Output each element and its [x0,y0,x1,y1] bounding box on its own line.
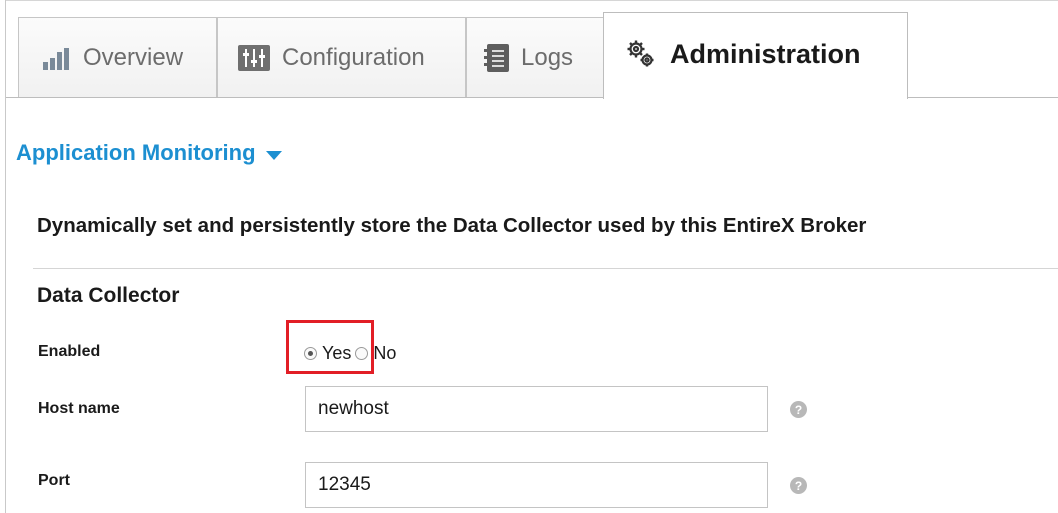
tab-strip-baseline [6,97,610,98]
caret-down-icon [265,150,282,160]
gears-icon [627,40,654,67]
enabled-label: Enabled [38,343,101,360]
tab-overview[interactable]: Overview [18,17,217,97]
notebook-icon [484,43,509,72]
radio-checked-icon[interactable] [304,346,317,360]
tab-logs-label: Logs [521,43,574,71]
enabled-radio-group: Yes No [290,334,396,372]
divider [33,268,1058,269]
tab-strip: Overview Configuration Logs Administrati… [6,0,1058,99]
tab-logs[interactable]: Logs [466,17,610,97]
host-name-input[interactable] [305,386,768,432]
enabled-no-option[interactable]: No [355,343,396,364]
tab-configuration-label: Configuration [282,43,425,71]
data-collector-title: Data Collector [37,284,180,307]
tab-administration-label: Administration [670,39,861,69]
radio-unchecked-icon[interactable] [355,346,369,360]
tab-configuration[interactable]: Configuration [217,17,466,97]
help-icon[interactable]: ? [790,401,807,418]
enabled-no-label: No [373,342,397,363]
section-description: Dynamically set and persistently store t… [37,214,867,237]
enabled-yes-label: Yes [322,342,352,363]
port-input[interactable] [305,462,768,508]
tab-strip-baseline [908,97,1058,98]
host-name-label: Host name [38,400,120,417]
application-monitoring-label: Application Monitoring [16,140,256,165]
tab-administration[interactable]: Administration [603,12,908,99]
help-icon[interactable]: ? [790,477,807,494]
bar-chart-icon [41,46,71,70]
port-label: Port [38,472,70,489]
tab-overview-label: Overview [83,43,184,71]
application-monitoring-menu[interactable]: Application Monitoring [16,140,282,166]
config-panel-icon [238,44,270,71]
enabled-yes-option[interactable]: Yes [304,343,351,364]
